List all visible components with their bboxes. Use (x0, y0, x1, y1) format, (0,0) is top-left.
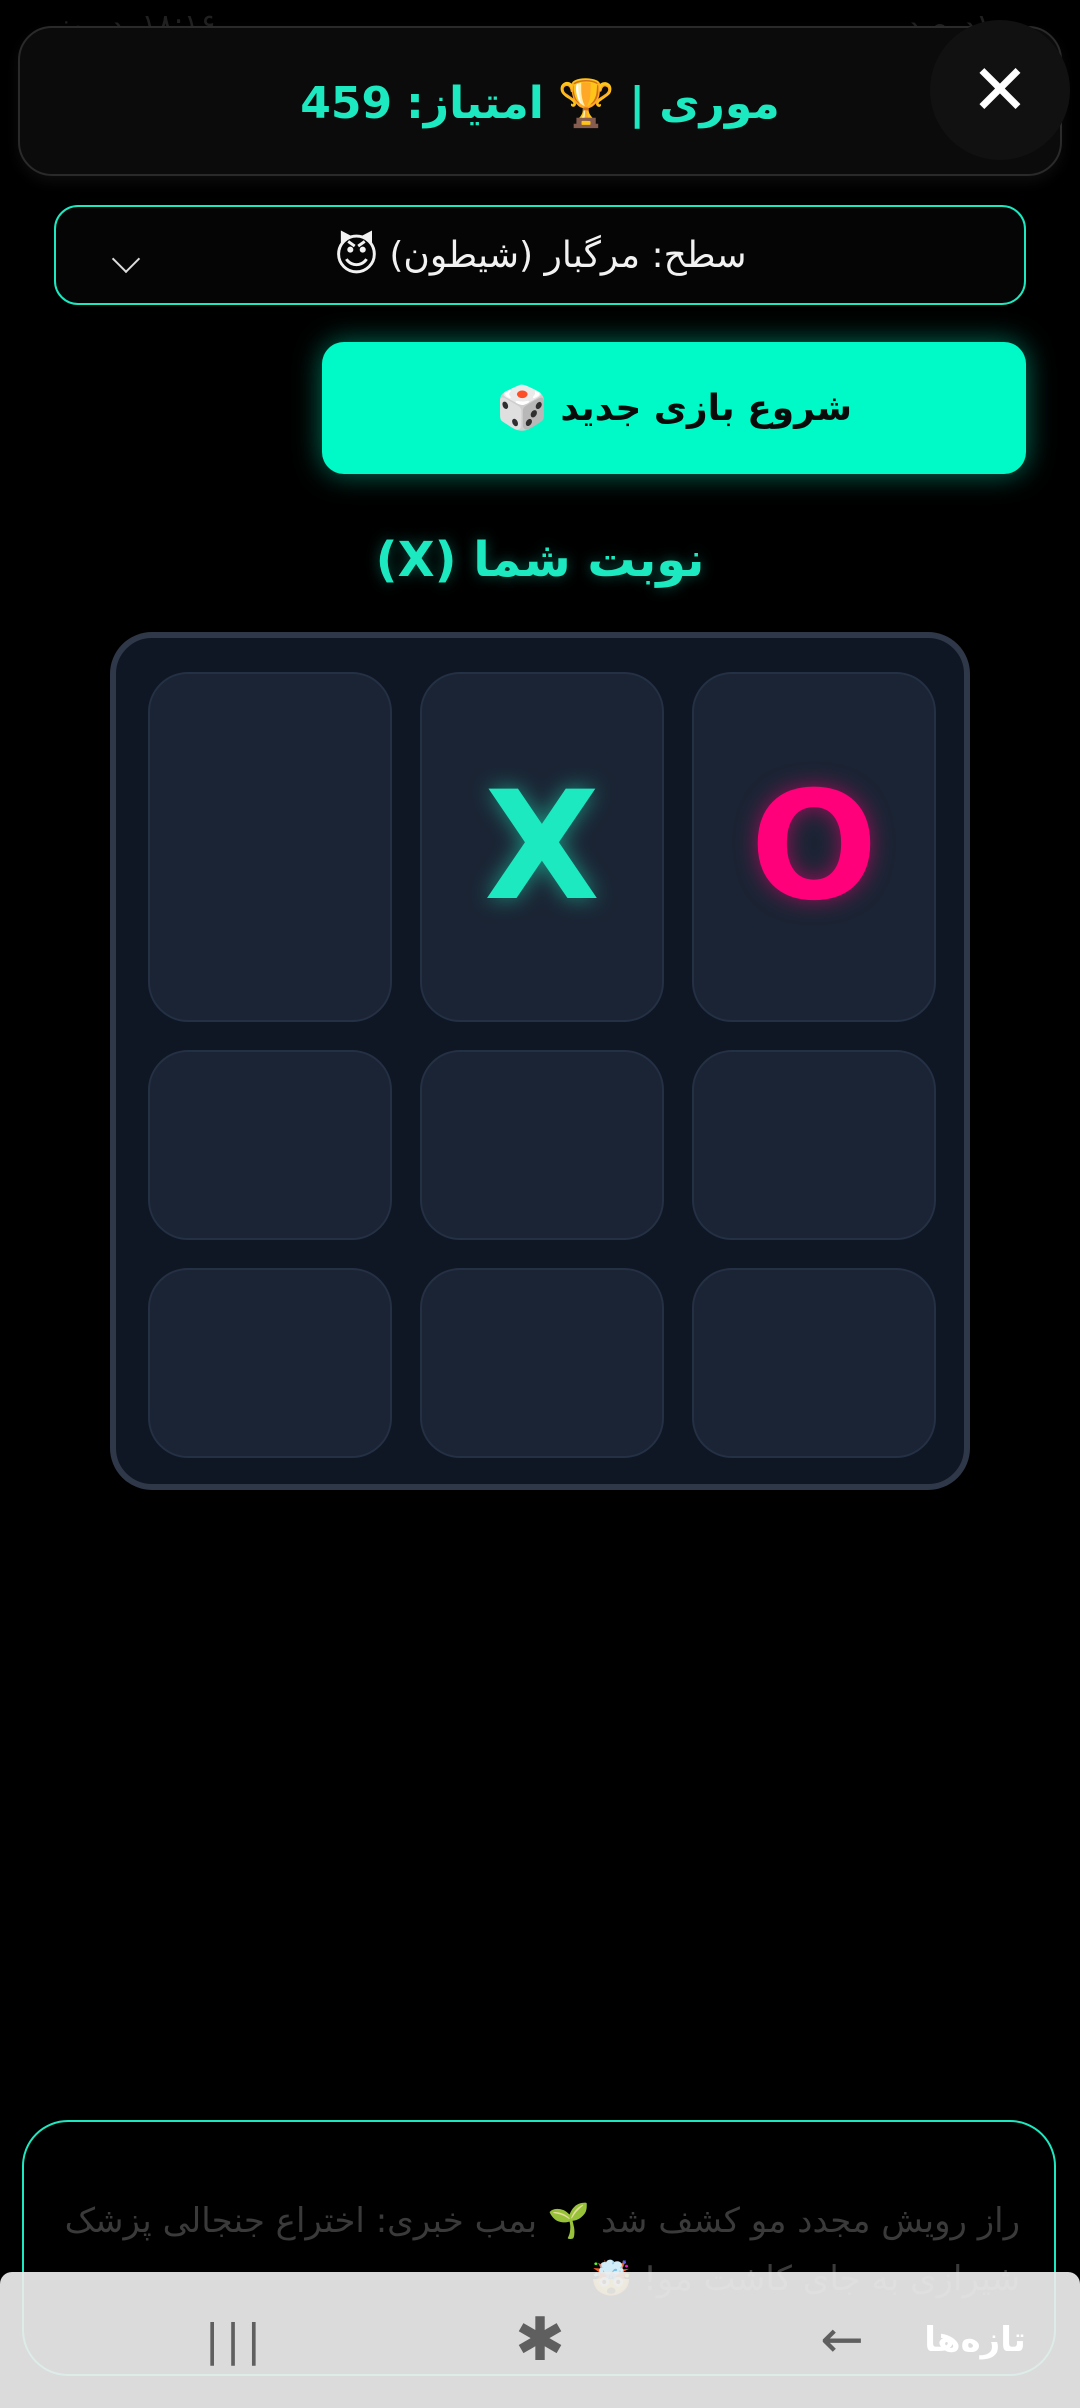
news-line-1: راز رویش مجدد مو کشف شد 🌱 بمب خبری: اختر… (64, 2201, 1020, 2241)
board-cell-4[interactable] (692, 1050, 936, 1240)
board-cell-8[interactable] (420, 1268, 664, 1458)
board-cell-3[interactable] (148, 672, 392, 1022)
news-tab-label[interactable]: تازه‌ها (900, 2272, 1050, 2408)
new-game-button[interactable]: شروع بازی جدید 🎲 (322, 342, 1026, 474)
home-icon[interactable]: ✱ (460, 2272, 620, 2408)
devil-icon: 😈 (333, 229, 380, 281)
level-select[interactable]: سطح: مرگبار (شیطون) 😈 (54, 205, 1026, 305)
level-selected-value: سطح: مرگبار (شیطون) (389, 234, 747, 276)
board-cell-9[interactable] (148, 1268, 392, 1458)
score-title: موری | 🏆 امتیاز: 459 (20, 28, 1060, 178)
turn-indicator: نوبت شما (X) (375, 532, 705, 588)
board-cell-7[interactable] (692, 1268, 936, 1458)
board-cell-6[interactable] (148, 1050, 392, 1240)
cell-mark: O (750, 760, 878, 934)
board-cell-2[interactable]: X (420, 672, 664, 1022)
score-value: 459 (300, 77, 393, 129)
trophy-icon: 🏆 (557, 75, 616, 130)
close-icon: ✕ (970, 49, 1030, 131)
board-cell-5[interactable] (420, 1050, 664, 1240)
system-nav-bar: ||| ✱ ← تازه‌ها (0, 2272, 1080, 2408)
back-arrow-icon[interactable]: ← (762, 2272, 922, 2408)
close-button[interactable]: ✕ (930, 20, 1070, 160)
cell-mark: X (484, 760, 600, 934)
score-label: امتیاز: (406, 77, 544, 129)
game-board: O X (110, 632, 970, 1490)
board-cell-1[interactable]: O (692, 672, 936, 1022)
user-name: موری (659, 77, 780, 129)
header-separator: | (629, 77, 646, 129)
chevron-down-icon (111, 244, 141, 274)
recents-icon[interactable]: ||| (156, 2272, 316, 2408)
score-header: موری | 🏆 امتیاز: 459 (18, 26, 1062, 176)
dice-icon: 🎲 (496, 383, 549, 432)
new-game-label: شروع بازی جدید (560, 387, 852, 429)
